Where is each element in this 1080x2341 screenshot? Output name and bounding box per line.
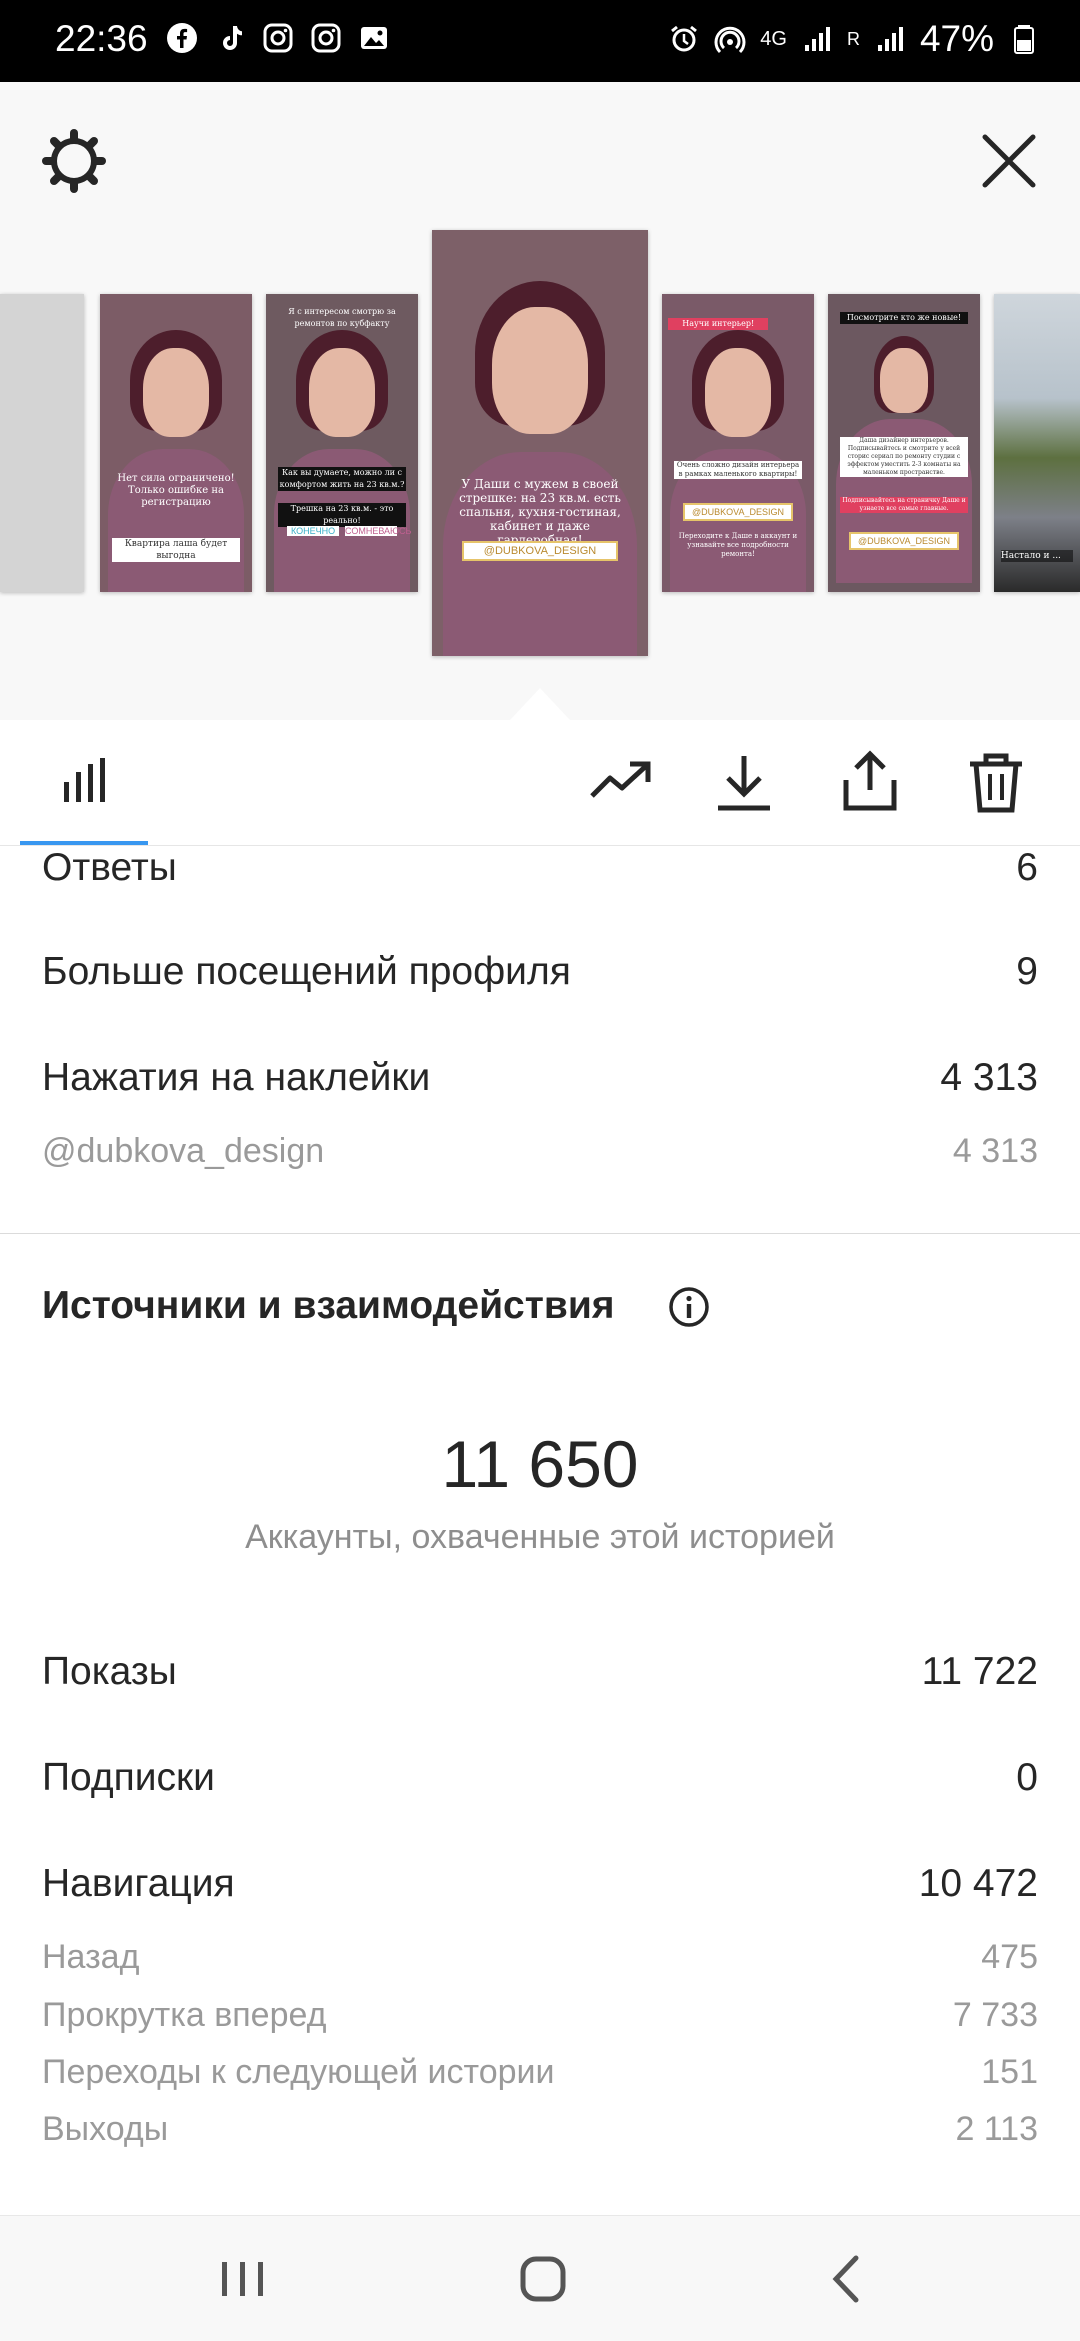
metric-label: Больше посещений профиля <box>42 950 571 993</box>
metric-label: Показы <box>42 1650 177 1693</box>
close-icon[interactable] <box>975 127 1043 195</box>
story-thumbnail[interactable] <box>0 294 84 592</box>
selected-pointer <box>510 688 570 720</box>
instagram-icon <box>263 23 293 53</box>
story-thumbnail-selected[interactable]: У Даши с мужем в своей стрешке: на 23 кв… <box>432 230 648 656</box>
metric-row: Навигация 10 472 <box>42 1862 1038 1906</box>
metric-value: 6 <box>1016 846 1038 889</box>
tiktok-icon <box>223 26 242 50</box>
story-thumbnail[interactable]: Настало и ... <box>994 294 1080 592</box>
story-caption: Очень сложно дизайн интерьера в рамках м… <box>674 460 802 479</box>
download-icon[interactable] <box>712 750 776 814</box>
instagram-icon <box>311 23 341 53</box>
delete-icon[interactable] <box>964 750 1028 814</box>
status-app-icons <box>166 22 390 54</box>
story-caption: Переходите к Даше в аккаунт и узнавайте … <box>678 532 798 559</box>
navigation-label: Переходы к следующей истории <box>42 2053 555 2091</box>
navigation-row: Выходы 2 113 <box>42 2110 1038 2149</box>
story-caption: Трешка на 23 кв.м. - это реально! <box>278 502 406 527</box>
sticker-row: @dubkova_design 4 313 <box>42 1132 1038 1171</box>
info-icon[interactable] <box>668 1286 710 1328</box>
poll-option: КОНЕЧНО <box>287 526 339 537</box>
story-caption: Посмотрите кто же новые! <box>840 311 968 324</box>
metric-row: Больше посещений профиля 9 <box>42 950 1038 994</box>
story-thumbnail[interactable]: Научи интерьер! Очень сложно дизайн инте… <box>662 294 814 592</box>
status-indicators: 4G R 47% <box>668 18 1040 60</box>
navigation-label: Назад <box>42 1938 140 1976</box>
battery-percent: 47% <box>919 18 994 59</box>
tab-underline <box>20 841 148 845</box>
tab-insights[interactable] <box>20 720 148 845</box>
story-thumbnail[interactable]: Я с интересом смотрю за ремонтов по кубф… <box>266 294 418 592</box>
gear-icon[interactable] <box>40 127 108 195</box>
network-type: 4G <box>760 28 787 50</box>
metric-value: 0 <box>1016 1756 1038 1799</box>
sticker-label: @dubkova_design <box>42 1132 325 1170</box>
story-thumbnail[interactable]: Нет сила ограничено! Только ошибке на ре… <box>100 294 252 592</box>
facebook-icon <box>167 23 197 53</box>
poll-option: СОМНЕВАЮСЬ <box>345 526 412 537</box>
metric-value: 9 <box>1016 950 1038 993</box>
story-caption: Подписывайтесь на страничку Даше и узнае… <box>840 496 968 513</box>
mention-sticker: @DUBKOVA_DESIGN <box>683 502 793 521</box>
metric-row: Подписки 0 <box>42 1756 1038 1800</box>
metric-row: Ответы 6 <box>42 846 1038 890</box>
section-divider <box>0 1233 1080 1234</box>
hotspot-icon <box>714 26 746 54</box>
promote-icon[interactable] <box>588 750 652 814</box>
alarm-icon <box>671 25 698 52</box>
bar-chart-icon <box>64 758 105 802</box>
signal-icon <box>877 27 903 51</box>
story-caption: Даша дизайнер интерьеров. Подписывайтесь… <box>840 437 968 478</box>
metric-label: Нажатия на наклейки <box>42 1056 431 1099</box>
metric-label: Ответы <box>42 846 177 889</box>
share-icon[interactable] <box>838 750 902 814</box>
gallery-icon <box>361 27 387 49</box>
story-caption: Научи интерьер! <box>668 317 769 330</box>
story-toolbar <box>0 720 1080 846</box>
reach-caption: Аккаунты, охваченные этой историей <box>245 1518 835 1556</box>
status-bar: 22:36 4G R 47% <box>0 0 1080 82</box>
mention-sticker: @DUBKOVA_DESIGN <box>462 540 618 561</box>
reach-value: 11 650 <box>441 1427 639 1501</box>
navigation-value: 475 <box>981 1938 1038 1976</box>
metric-label: Навигация <box>42 1862 235 1905</box>
metric-row: Нажатия на наклейки 4 313 <box>42 1056 1038 1100</box>
story-caption: Нет сила ограничено! Только ошибке на ре… <box>117 472 235 508</box>
sticker-value: 4 313 <box>952 1132 1038 1170</box>
metric-value: 4 313 <box>940 1056 1038 1099</box>
home-icon[interactable] <box>508 2244 578 2314</box>
recent-apps-icon[interactable] <box>208 2244 278 2314</box>
story-caption: Настало и ... <box>1000 550 1074 563</box>
metric-row: Показы 11 722 <box>42 1650 1038 1694</box>
back-icon[interactable] <box>812 2244 882 2314</box>
navigation-row: Назад 475 <box>42 1938 1038 1977</box>
story-header: Нет сила ограничено! Только ошибке на ре… <box>0 82 1080 720</box>
story-caption: Я с интересом смотрю за ремонтов по кубф… <box>288 306 396 328</box>
story-caption: У Даши с мужем в своей стрешке: на 23 кв… <box>459 477 621 547</box>
mention-sticker: @DUBKOVA_DESIGN <box>849 532 959 551</box>
navigation-label: Прокрутка вперед <box>42 1996 327 2034</box>
navigation-row: Прокрутка вперед 7 733 <box>42 1996 1038 2035</box>
navigation-value: 2 113 <box>955 2110 1038 2148</box>
battery-icon <box>1014 25 1034 54</box>
section-title: Источники и взаимодействия <box>42 1284 615 1327</box>
status-time: 22:36 <box>55 18 148 59</box>
signal-icon <box>804 27 830 51</box>
navigation-row: Переходы к следующей истории 151 <box>42 2053 1038 2092</box>
metric-value: 10 472 <box>918 1862 1038 1905</box>
roaming-indicator: R <box>846 28 860 49</box>
system-nav-bar <box>0 2215 1080 2341</box>
story-caption: Как вы думаете, можно ли с комфортом жит… <box>278 466 406 491</box>
navigation-label: Выходы <box>42 2110 169 2148</box>
story-thumbnail[interactable]: Посмотрите кто же новые! Даша дизайнер и… <box>828 294 980 592</box>
navigation-value: 151 <box>981 2053 1038 2091</box>
story-caption: Квартира лаша будет выгодна <box>112 538 240 563</box>
metric-value: 11 722 <box>921 1650 1038 1693</box>
metric-label: Подписки <box>42 1756 215 1799</box>
navigation-value: 7 733 <box>952 1996 1038 2034</box>
